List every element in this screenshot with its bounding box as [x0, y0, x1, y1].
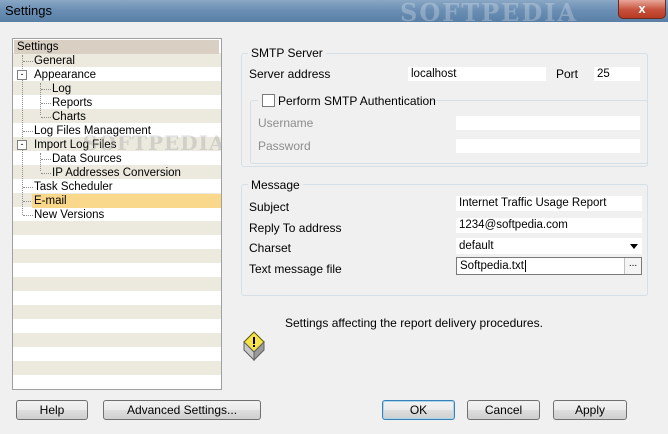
subject-input[interactable]: Internet Traffic Usage Report	[456, 196, 642, 211]
username-input[interactable]	[456, 116, 640, 130]
tree-item-ip-addresses-conversion[interactable]: IP Addresses Conversion	[52, 166, 181, 180]
tree-item-new-versions[interactable]: New Versions	[34, 208, 104, 222]
port-input[interactable]: 25	[594, 67, 640, 81]
info-bulb-icon	[243, 331, 265, 362]
reply-to-input[interactable]: 1234@softpedia.com	[456, 218, 642, 233]
collapse-appearance-toggle[interactable]: -	[17, 70, 27, 80]
tree-line	[23, 187, 33, 188]
settings-window: Settings SOFTPEDIA x Settings General - …	[0, 0, 668, 434]
smtp-auth-checkbox[interactable]	[262, 94, 275, 107]
server-address-label: Server address	[249, 67, 331, 81]
settings-tree[interactable]: Settings General - Appearance Log Report…	[12, 38, 222, 390]
close-button[interactable]: x	[618, 0, 666, 19]
tree-item-reports[interactable]: Reports	[52, 96, 92, 110]
username-label: Username	[258, 116, 314, 130]
tree-item-task-scheduler[interactable]: Task Scheduler	[34, 180, 113, 194]
tree-line	[23, 61, 33, 62]
text-file-input[interactable]: Softpedia.txt ...	[456, 257, 642, 275]
ok-button[interactable]: OK	[382, 400, 455, 420]
apply-button[interactable]: Apply	[553, 400, 627, 420]
title-bar[interactable]: Settings SOFTPEDIA x	[0, 0, 668, 27]
text-file-value: Softpedia.txt	[460, 260, 524, 272]
cancel-button[interactable]: Cancel	[467, 400, 540, 420]
tree-line	[41, 173, 51, 174]
password-label: Password	[258, 139, 311, 153]
smtp-group-title: SMTP Server	[248, 46, 326, 60]
tree-line	[41, 159, 51, 160]
port-label: Port	[556, 67, 579, 81]
tree-item-email[interactable]: E-mail	[32, 194, 221, 208]
tree-item-log[interactable]: Log	[52, 82, 71, 96]
smtp-auth-label[interactable]: Perform SMTP Authentication	[278, 94, 436, 108]
help-button[interactable]: Help	[16, 400, 88, 420]
tree-line	[41, 117, 51, 118]
smtp-auth-group	[250, 100, 648, 164]
tree-line	[41, 103, 51, 104]
chevron-down-icon[interactable]	[630, 244, 638, 249]
tree-line	[23, 131, 33, 132]
tree-line	[23, 215, 33, 216]
text-cursor	[524, 259, 526, 272]
charset-label: Charset	[249, 241, 292, 255]
tree-root-settings[interactable]: Settings	[14, 40, 219, 54]
watermark: SOFTPEDIA	[83, 131, 222, 155]
watermark: SOFTPEDIA	[400, 0, 579, 27]
message-group-title: Message	[248, 178, 303, 192]
advanced-settings-button[interactable]: Advanced Settings...	[103, 400, 261, 420]
server-address-input[interactable]: localhost	[408, 67, 546, 81]
window-title: Settings	[5, 3, 52, 18]
browse-button[interactable]: ...	[624, 258, 641, 274]
charset-select[interactable]: default	[456, 238, 642, 254]
tree-item-charts[interactable]: Charts	[52, 110, 86, 124]
tree-line	[41, 89, 51, 90]
collapse-import-toggle[interactable]: -	[17, 140, 27, 150]
tree-item-appearance[interactable]: Appearance	[34, 68, 96, 82]
charset-value: default	[459, 240, 494, 252]
info-text: Settings affecting the report delivery p…	[285, 316, 543, 330]
tree-line	[40, 153, 41, 171]
text-file-label: Text message file	[249, 262, 342, 276]
password-input[interactable]	[456, 139, 640, 153]
reply-to-label: Reply To address	[249, 221, 342, 235]
tree-line	[40, 83, 41, 115]
tree-item-general[interactable]: General	[34, 54, 75, 68]
subject-label: Subject	[249, 200, 290, 214]
